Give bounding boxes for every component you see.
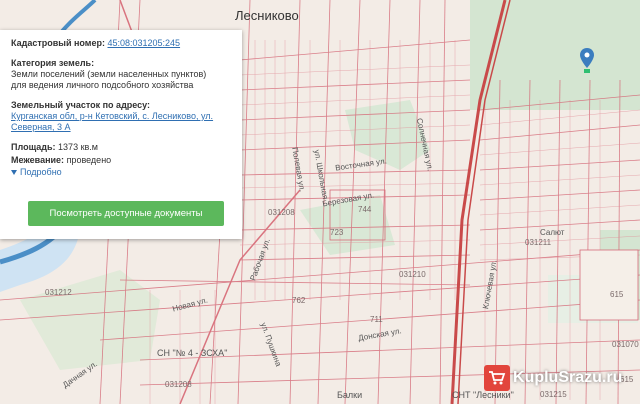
plot-label: 031210 bbox=[399, 270, 426, 279]
area-row: Площадь: 1373 кв.м bbox=[11, 142, 231, 153]
plot-label: 031208 bbox=[268, 208, 295, 217]
address-link[interactable]: Курганская обл, р-н Кетовский, с. Лесник… bbox=[11, 111, 213, 132]
cadastral-map[interactable]: Лесниково 031208 031211 031210 031212 03… bbox=[0, 0, 640, 404]
address-label: Земельный участок по адресу: bbox=[11, 100, 151, 110]
town-label: Лесниково bbox=[235, 8, 299, 23]
category-value: Земли поселений (земли населенных пункто… bbox=[11, 69, 207, 79]
watermark: KupluSrazu.ru bbox=[484, 365, 622, 391]
plot-label: 615 bbox=[610, 290, 624, 299]
usage-value: для ведения личного подсобного хозяйства bbox=[11, 80, 194, 90]
details-toggle[interactable]: Подробно bbox=[11, 167, 231, 178]
watermark-text: KupluSrazu.ru bbox=[513, 369, 623, 386]
category-row: Категория земель: Земли поселений (земли… bbox=[11, 58, 231, 91]
view-documents-button[interactable]: Посмотреть доступные документы bbox=[28, 201, 224, 226]
plot-label: 031211 bbox=[525, 238, 552, 247]
area-label: СН "№ 4 - ЗСХА" bbox=[157, 348, 228, 358]
parcel-info-panel: Кадастровый номер: 45:08:031205:245 Кате… bbox=[0, 30, 242, 239]
survey-value: проведено bbox=[66, 155, 112, 165]
cadastral-label: Кадастровый номер: bbox=[11, 38, 105, 48]
plot-label: 711 bbox=[370, 315, 383, 324]
survey-label: Межевание: bbox=[11, 155, 65, 165]
plot-label: 723 bbox=[330, 228, 344, 237]
plot-label: 031215 bbox=[540, 390, 567, 399]
plot-label: 031208 bbox=[165, 380, 192, 389]
cart-icon bbox=[484, 365, 510, 391]
plot-label: 031212 bbox=[45, 288, 72, 297]
area-label: СНТ "Лесники" bbox=[452, 390, 514, 400]
cadastral-row: Кадастровый номер: 45:08:031205:245 bbox=[11, 38, 231, 49]
details-link[interactable]: Подробно bbox=[20, 167, 62, 177]
map-pin-icon[interactable] bbox=[580, 48, 594, 79]
chevron-down-icon bbox=[11, 170, 17, 176]
plot-label: 744 bbox=[358, 205, 372, 214]
street-label: Салют bbox=[540, 228, 565, 237]
area-value: 1373 кв.м bbox=[58, 142, 98, 152]
plot-label: 031070 bbox=[612, 340, 639, 349]
address-row: Земельный участок по адресу: Курганская … bbox=[11, 100, 231, 133]
area-label: Балки bbox=[337, 390, 363, 400]
cadastral-number-link[interactable]: 45:08:031205:245 bbox=[107, 38, 180, 48]
plot-label: 762 bbox=[292, 296, 306, 305]
category-label: Категория земель: bbox=[11, 58, 95, 68]
area-label: Площадь: bbox=[11, 142, 56, 152]
survey-row: Межевание: проведено bbox=[11, 155, 231, 166]
